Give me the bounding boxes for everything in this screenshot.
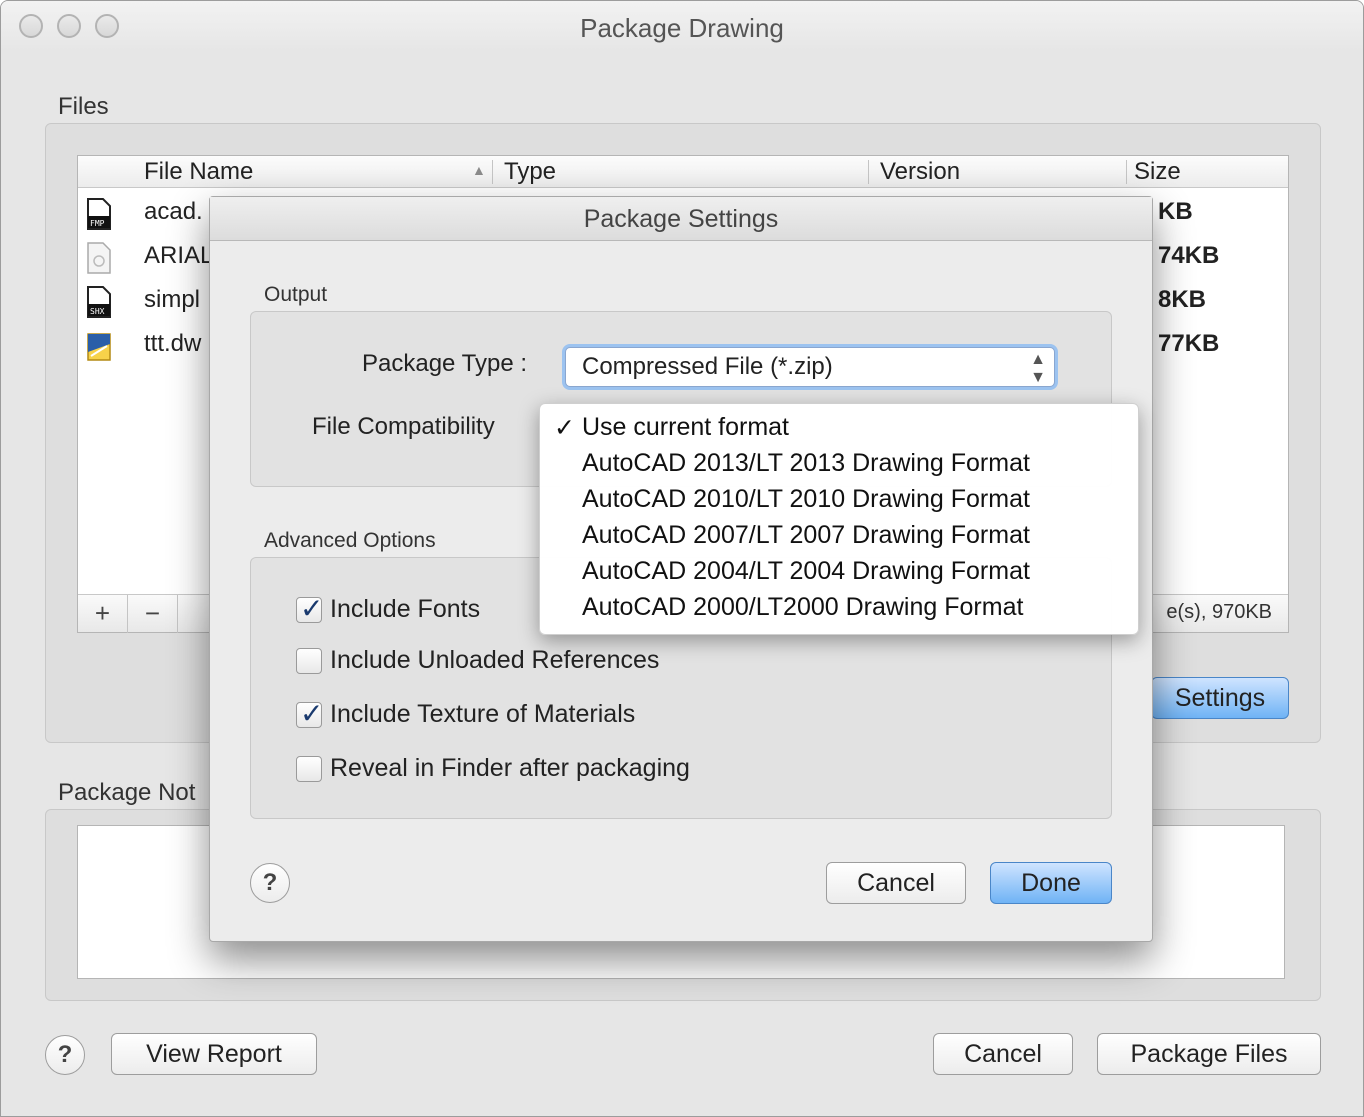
- checkmark-icon: ✓: [554, 414, 575, 442]
- file-name-cell: acad.: [144, 198, 203, 225]
- add-file-button[interactable]: +: [78, 595, 128, 633]
- include-fonts-checkbox[interactable]: ✓ Include Fonts: [296, 593, 481, 624]
- checkbox-box: [296, 647, 322, 674]
- file-name-cell: simpl: [144, 286, 201, 313]
- column-file-name[interactable]: File Name: [144, 158, 253, 186]
- include-texture-checkbox[interactable]: ✓ Include Texture of Materials: [296, 698, 636, 729]
- column-divider: [1126, 160, 1127, 184]
- file-name-cell: ttt.dw: [144, 330, 202, 357]
- shx-file-icon: SHX: [87, 286, 111, 318]
- sort-ascending-icon: ▲: [472, 162, 486, 178]
- include-unloaded-references-checkbox[interactable]: Include Unloaded References: [296, 646, 659, 675]
- popup-arrows-icon: ▲ ▼: [1030, 351, 1046, 386]
- file-compatibility-menu: ✓ Use current format AutoCAD 2013/LT 201…: [539, 403, 1139, 635]
- package-type-label: Package Type :: [362, 350, 527, 377]
- svg-text:FMP: FMP: [90, 219, 105, 228]
- column-version[interactable]: Version: [880, 158, 960, 186]
- view-report-button[interactable]: View Report: [111, 1033, 317, 1075]
- svg-text:SHX: SHX: [90, 307, 105, 316]
- menu-item-use-current-format[interactable]: ✓ Use current format: [540, 410, 1138, 446]
- menu-item-autocad-2004[interactable]: AutoCAD 2004/LT 2004 Drawing Format: [540, 554, 1138, 590]
- package-type-value: Compressed File (*.zip): [582, 353, 833, 380]
- menu-item-autocad-2000[interactable]: AutoCAD 2000/LT2000 Drawing Format: [540, 590, 1138, 626]
- file-size-cell: KB: [1158, 198, 1193, 225]
- menu-item-label: AutoCAD 2013/LT 2013 Drawing Format: [582, 449, 1030, 477]
- checkbox-box: ✓: [296, 698, 323, 729]
- column-size[interactable]: Size: [1134, 158, 1181, 186]
- window-title: Package Drawing: [580, 13, 784, 43]
- package-files-button[interactable]: Package Files: [1097, 1033, 1321, 1075]
- menu-item-label: AutoCAD 2007/LT 2007 Drawing Format: [582, 521, 1030, 549]
- file-compatibility-label: File Compatibility: [312, 413, 495, 440]
- dwg-file-icon: [87, 333, 111, 361]
- file-name-cell: ARIAL: [144, 242, 214, 269]
- checkbox-box: ✓: [296, 593, 323, 624]
- checkbox-box: [296, 755, 322, 782]
- menu-item-autocad-2013[interactable]: AutoCAD 2013/LT 2013 Drawing Format: [540, 446, 1138, 482]
- column-divider: [868, 160, 869, 184]
- font-file-icon: [87, 242, 111, 274]
- output-section-label: Output: [264, 283, 328, 306]
- checkbox-label: Include Fonts: [330, 595, 481, 623]
- column-divider: [492, 160, 493, 184]
- package-type-select[interactable]: Compressed File (*.zip) ▲ ▼: [565, 347, 1055, 387]
- checkbox-label: Include Unloaded References: [330, 646, 660, 674]
- settings-help-button[interactable]: ?: [250, 863, 290, 903]
- reveal-in-finder-checkbox[interactable]: Reveal in Finder after packaging: [296, 754, 690, 783]
- menu-item-label: AutoCAD 2004/LT 2004 Drawing Format: [582, 557, 1030, 585]
- cancel-button[interactable]: Cancel: [933, 1033, 1073, 1075]
- file-size-cell: 8KB: [1158, 286, 1207, 313]
- settings-button[interactable]: Settings: [1151, 677, 1289, 719]
- remove-file-button[interactable]: −: [128, 595, 178, 633]
- advanced-options-label: Advanced Options: [264, 529, 436, 552]
- package-notes-label: Package Not: [58, 779, 196, 806]
- menu-item-label: AutoCAD 2000/LT2000 Drawing Format: [582, 593, 1024, 621]
- file-size-cell: 74KB: [1158, 242, 1220, 269]
- help-button[interactable]: ?: [45, 1035, 85, 1075]
- menu-item-label: Use current format: [582, 413, 790, 441]
- settings-cancel-button[interactable]: Cancel: [826, 862, 966, 904]
- dialog-title: Package Settings: [210, 197, 1152, 241]
- checkbox-label: Include Texture of Materials: [330, 700, 636, 728]
- checkbox-label: Reveal in Finder after packaging: [330, 754, 690, 782]
- files-summary: e(s), 970KB: [1166, 601, 1272, 623]
- checkmark-icon: ✓: [300, 592, 324, 624]
- menu-item-autocad-2007[interactable]: AutoCAD 2007/LT 2007 Drawing Format: [540, 518, 1138, 554]
- menu-item-autocad-2010[interactable]: AutoCAD 2010/LT 2010 Drawing Format: [540, 482, 1138, 518]
- title-bar: Package Drawing: [1, 1, 1363, 51]
- fmp-file-icon: FMP: [87, 198, 111, 230]
- column-type[interactable]: Type: [504, 158, 556, 186]
- file-size-cell: 77KB: [1158, 330, 1220, 357]
- done-button[interactable]: Done: [990, 862, 1112, 904]
- checkmark-icon: ✓: [300, 697, 324, 729]
- files-section-label: Files: [58, 93, 109, 120]
- menu-item-label: AutoCAD 2010/LT 2010 Drawing Format: [582, 485, 1030, 513]
- table-header: File Name ▲ Type Version Size: [78, 156, 1288, 188]
